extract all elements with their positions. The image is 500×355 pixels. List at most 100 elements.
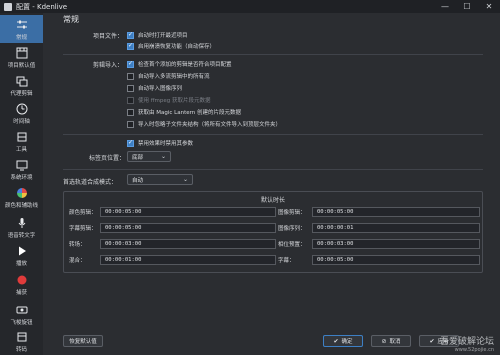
image-sequence-duration-input[interactable]: 00:00:00:01: [312, 223, 480, 233]
default-durations-title: 默认时长: [260, 197, 285, 204]
play-icon: [15, 244, 29, 258]
sidebar-item-label: 系统环境: [10, 175, 33, 181]
default-durations-group: 默认时长 颜色剪辑： 00:00:05:00 图像剪辑： 00:00:05:00…: [63, 191, 483, 273]
chevron-down-icon: ⌄: [182, 176, 188, 183]
folder-structure-checkbox[interactable]: [127, 120, 134, 128]
disable-parameters-checkbox[interactable]: ✓: [127, 139, 134, 147]
check-profile-text: 检查首个添加的剪辑是否符合项目配置: [138, 62, 232, 68]
forum-watermark: 吾爱破解论坛 www.52pojie.cn: [440, 334, 494, 353]
title-bar: 配置 - Kdenlive — ☐ ✕: [0, 0, 500, 13]
color-wheel-icon: [15, 186, 29, 200]
open-last-project-checkbox[interactable]: ✓: [127, 31, 134, 39]
sidebar-item-label: 语音转文字: [7, 233, 36, 239]
sidebar-item-label: 颜色和辅助线: [4, 203, 38, 209]
auto-recovery-text: 启用崩溃恢复功能（自动保存）: [138, 44, 216, 50]
folder-structure-option[interactable]: 导入时忽略子文件夹结构（将所有文件导入到顶层文件夹）: [127, 120, 281, 128]
sidebar-item-capture[interactable]: 捕获: [0, 273, 43, 301]
color-clip-label: 颜色剪辑：: [69, 210, 97, 216]
tab-position-label: 标签页位置：: [89, 155, 126, 162]
open-last-project-text: 启动时打开最近项目: [138, 33, 188, 39]
sidebar-item-label: 工具: [15, 147, 27, 153]
sidebar-item-tools[interactable]: 工具: [0, 130, 43, 156]
minimize-button[interactable]: —: [434, 0, 456, 13]
magic-lantern-text: 获取由 Magic Lantern 创建的片段元数据: [138, 110, 242, 116]
ok-button[interactable]: ✔ 确定: [323, 335, 363, 347]
tools-icon: [15, 130, 29, 144]
image-sequence-checkbox[interactable]: [127, 84, 134, 92]
ffmpeg-metadata-text: 使用 ffmpeg 获取片段元数据: [138, 98, 211, 104]
transcode-icon: [15, 330, 29, 344]
auto-recovery-checkbox[interactable]: ✓: [127, 42, 134, 50]
settings-category-sidebar: 常规 项目默认值 代理剪辑 时间轴 工具 系统环境 颜色和辅助线 语音转文字 播…: [0, 13, 43, 355]
tab-position-value: 底部: [132, 154, 144, 161]
sidebar-item-label: 捕获: [15, 290, 27, 296]
ffmpeg-metadata-option: 使用 ffmpeg 获取片段元数据: [127, 96, 211, 104]
auto-recovery-option[interactable]: ✓ 启用崩溃恢复功能（自动保存）: [127, 42, 215, 50]
sidebar-item-label: 项目默认值: [7, 63, 36, 69]
chevron-down-icon: ⌄: [160, 153, 166, 160]
sidebar-item-project-defaults[interactable]: 项目默认值: [0, 46, 43, 72]
project-file-label: 项目文件：: [93, 33, 124, 40]
image-sequence-text: 自动导入图像序列: [138, 86, 183, 92]
sidebar-item-playback[interactable]: 播放: [0, 244, 43, 272]
magic-lantern-checkbox[interactable]: [127, 108, 134, 116]
sidebar-item-proxy-clips[interactable]: 代理剪辑: [0, 74, 43, 100]
sliders-icon: [15, 18, 29, 32]
sidebar-item-environment[interactable]: 系统环境: [0, 158, 43, 184]
restore-defaults-button[interactable]: 恢复默认值: [63, 335, 103, 347]
subtitle-duration-input[interactable]: 00:00:05:00: [312, 255, 480, 265]
sidebar-item-label: 时间轴: [13, 119, 30, 125]
maximize-button[interactable]: ☐: [456, 0, 478, 13]
watermark-line1: 吾爱破解论坛: [439, 337, 494, 347]
mix-duration-input[interactable]: 00:00:01:00: [100, 255, 276, 265]
transition-duration-input[interactable]: 00:00:03:00: [100, 239, 276, 249]
divider: [63, 134, 483, 135]
sidebar-item-label: 转码: [15, 347, 27, 353]
apply-icon: ✔: [429, 337, 435, 345]
image-clip-duration-input[interactable]: 00:00:05:00: [312, 207, 480, 217]
image-sequence-option[interactable]: 自动导入图像序列: [127, 84, 182, 92]
divider: [63, 169, 483, 170]
disable-parameters-option[interactable]: ✓ 禁用效果时禁用其参数: [127, 139, 193, 147]
sidebar-item-jog-shuttle[interactable]: 飞梭旋钮: [0, 303, 43, 329]
page-title: 常规: [63, 15, 79, 24]
close-button[interactable]: ✕: [478, 0, 500, 13]
ok-label: 确定: [341, 339, 353, 345]
image-sequence-label: 图像序列：: [278, 226, 306, 232]
magic-lantern-option[interactable]: 获取由 Magic Lantern 创建的片段元数据: [127, 108, 241, 116]
sidebar-item-speech-to-text[interactable]: 语音转文字: [0, 216, 43, 242]
transition-label: 转场：: [69, 242, 86, 248]
divider: [63, 54, 483, 55]
proxy-icon: [15, 74, 29, 88]
ffmpeg-metadata-checkbox: [127, 96, 134, 104]
dialog-button-bar: 恢复默认值 ✔ 确定 ⊘ 取消 ✔ 应用: [43, 333, 500, 355]
subtitle-label: 字幕：: [278, 258, 295, 264]
cancel-icon: ⊘: [381, 337, 387, 345]
color-clip-duration-input[interactable]: 00:00:05:00: [100, 207, 276, 217]
sidebar-item-timeline[interactable]: 时间轴: [0, 102, 43, 128]
track-compositing-value: 自动: [132, 177, 144, 184]
window-title: 配置 - Kdenlive: [16, 2, 68, 11]
sidebar-item-label: 代理剪辑: [10, 91, 33, 97]
track-compositing-label: 首选轨道合成模式：: [63, 179, 118, 186]
sidebar-item-label: 常规: [15, 35, 27, 41]
sidebar-item-transcode[interactable]: 转码: [0, 330, 43, 355]
environment-icon: [15, 158, 29, 172]
checkmark-icon: ✔: [333, 337, 339, 345]
check-profile-option[interactable]: ✓ 检查首个添加的剪辑是否符合项目配置: [127, 60, 232, 68]
tab-position-select[interactable]: 底部 ⌄: [127, 151, 171, 162]
microphone-icon: [15, 216, 29, 230]
multistream-checkbox[interactable]: [127, 72, 134, 80]
check-profile-checkbox[interactable]: ✓: [127, 60, 134, 68]
cancel-button[interactable]: ⊘ 取消: [371, 335, 411, 347]
track-compositing-select[interactable]: 自动 ⌄: [127, 174, 193, 185]
clip-import-label: 剪辑导入：: [93, 62, 124, 69]
title-clip-duration-input[interactable]: 00:00:05:00: [100, 223, 276, 233]
sidebar-item-colors-guides[interactable]: 颜色和辅助线: [0, 186, 43, 214]
cancel-label: 取消: [389, 339, 401, 345]
sequence-label: 相位预置：: [278, 242, 306, 248]
sequence-duration-input[interactable]: 00:00:03:00: [312, 239, 480, 249]
open-last-project-option[interactable]: ✓ 启动时打开最近项目: [127, 31, 188, 39]
sidebar-item-general[interactable]: 常规: [0, 15, 43, 43]
multistream-option[interactable]: 自动导入多流剪辑中的所有流: [127, 72, 210, 80]
